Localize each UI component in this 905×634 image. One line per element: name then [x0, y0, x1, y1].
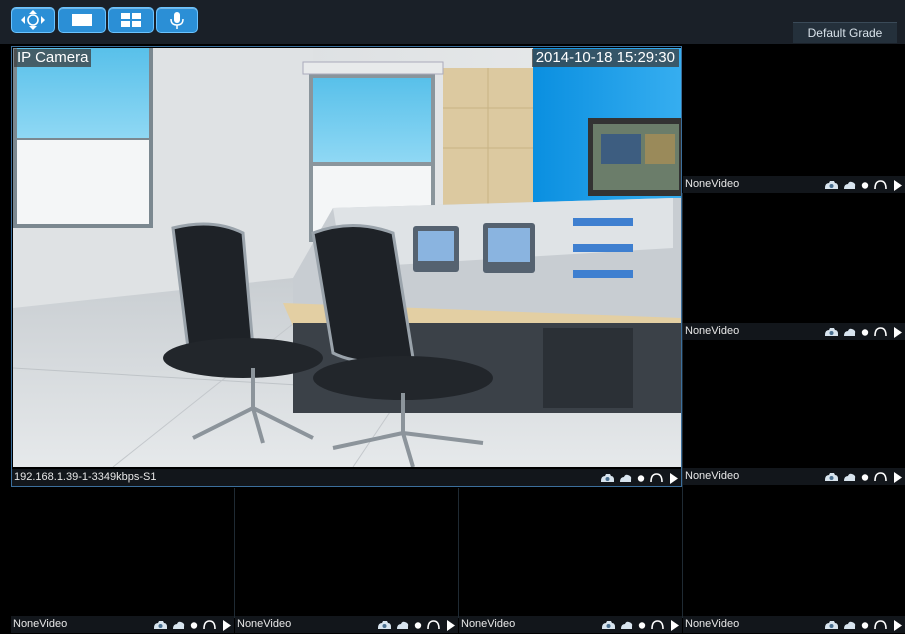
record-icon[interactable]	[619, 618, 634, 632]
cell-status-text: NoneVideo	[461, 618, 516, 630]
single-view-button[interactable]	[58, 7, 106, 33]
cell-statusbar: NoneVideo	[459, 616, 682, 633]
play-icon[interactable]	[891, 618, 903, 632]
toolbar: Default Grade	[0, 0, 905, 44]
camera-timestamp: 2014-10-18 15:29:30	[531, 49, 679, 67]
snapshot-icon[interactable]	[153, 618, 168, 632]
cell-controls	[377, 618, 456, 631]
main-camera-statusbar: 192.168.1.39-1-3349kbps-S1	[12, 469, 681, 486]
cell-controls	[601, 618, 680, 631]
grid-divider	[458, 488, 459, 618]
play-icon[interactable]	[891, 325, 903, 339]
record-icon[interactable]	[842, 470, 857, 484]
stream-info-text: 192.168.1.39-1-3349kbps-S1	[14, 471, 157, 483]
cell-statusbar: NoneVideo	[235, 616, 458, 633]
grid-divider	[682, 193, 683, 618]
stop-icon[interactable]	[860, 325, 870, 339]
audio-icon[interactable]	[873, 470, 888, 484]
stop-icon[interactable]	[860, 178, 870, 192]
cell-status-text: NoneVideo	[685, 178, 740, 190]
play-icon[interactable]	[668, 618, 680, 632]
record-icon[interactable]	[171, 618, 186, 632]
audio-icon[interactable]	[873, 325, 888, 339]
camera-video-frame	[13, 48, 681, 467]
snapshot-icon[interactable]	[824, 325, 839, 339]
cell-controls	[824, 618, 903, 631]
audio-icon[interactable]	[202, 618, 217, 632]
snapshot-icon[interactable]	[377, 618, 392, 632]
quad-view-button[interactable]	[108, 7, 154, 33]
video-cell-3[interactable]: NoneVideo	[683, 193, 905, 340]
record-icon[interactable]	[842, 325, 857, 339]
cell-status-text: NoneVideo	[237, 618, 292, 630]
cell-status-text: NoneVideo	[685, 470, 740, 482]
snapshot-icon[interactable]	[824, 470, 839, 484]
audio-button[interactable]	[156, 7, 198, 33]
audio-icon[interactable]	[426, 618, 441, 632]
main-camera-controls	[600, 471, 679, 484]
grid-divider	[234, 488, 235, 618]
cell-status-text: NoneVideo	[685, 325, 740, 337]
snapshot-icon[interactable]	[824, 178, 839, 192]
cell-controls	[824, 178, 903, 191]
cell-status-text: NoneVideo	[13, 618, 68, 630]
stop-icon[interactable]	[413, 618, 423, 632]
stop-icon[interactable]	[189, 618, 199, 632]
ptz-control-button[interactable]	[11, 7, 55, 33]
record-icon[interactable]	[842, 178, 857, 192]
audio-icon[interactable]	[873, 178, 888, 192]
video-cell-2[interactable]: NoneVideo	[683, 46, 905, 193]
snapshot-icon[interactable]	[601, 618, 616, 632]
video-cell-8[interactable]: NoneVideo	[683, 488, 905, 634]
cell-controls	[153, 618, 232, 631]
record-icon[interactable]	[395, 618, 410, 632]
camera-name-label: IP Camera	[14, 49, 92, 67]
quad-view-icon	[121, 13, 141, 27]
snapshot-icon[interactable]	[824, 618, 839, 632]
grade-selector[interactable]: Default Grade	[793, 22, 897, 43]
play-icon[interactable]	[667, 471, 679, 485]
video-cell-4[interactable]: NoneVideo	[683, 340, 905, 487]
main-camera-view[interactable]: IP Camera 2014-10-18 15:29:30 192.168.1.…	[11, 46, 682, 487]
audio-icon[interactable]	[649, 471, 664, 485]
cell-statusbar: NoneVideo	[683, 468, 905, 485]
stop-icon[interactable]	[860, 470, 870, 484]
cell-statusbar: NoneVideo	[11, 616, 234, 633]
play-icon[interactable]	[891, 178, 903, 192]
video-cell-7[interactable]: NoneVideo	[459, 488, 682, 634]
audio-icon[interactable]	[650, 618, 665, 632]
stop-icon[interactable]	[636, 471, 646, 485]
play-icon[interactable]	[444, 618, 456, 632]
video-cell-5[interactable]: NoneVideo	[11, 488, 234, 634]
cell-controls	[824, 325, 903, 338]
stop-icon[interactable]	[637, 618, 647, 632]
cell-statusbar: NoneVideo	[683, 176, 905, 193]
record-icon[interactable]	[618, 471, 633, 485]
record-icon[interactable]	[842, 618, 857, 632]
microphone-icon	[170, 12, 184, 29]
stop-icon[interactable]	[860, 618, 870, 632]
ptz-arrows-icon	[21, 10, 45, 30]
cell-statusbar: NoneVideo	[683, 323, 905, 340]
single-view-icon	[72, 14, 92, 26]
cell-statusbar: NoneVideo	[683, 616, 905, 633]
cell-controls	[824, 470, 903, 483]
audio-icon[interactable]	[873, 618, 888, 632]
video-cell-6[interactable]: NoneVideo	[235, 488, 458, 634]
cell-status-text: NoneVideo	[685, 618, 740, 630]
snapshot-icon[interactable]	[600, 471, 615, 485]
play-icon[interactable]	[891, 470, 903, 484]
play-icon[interactable]	[220, 618, 232, 632]
